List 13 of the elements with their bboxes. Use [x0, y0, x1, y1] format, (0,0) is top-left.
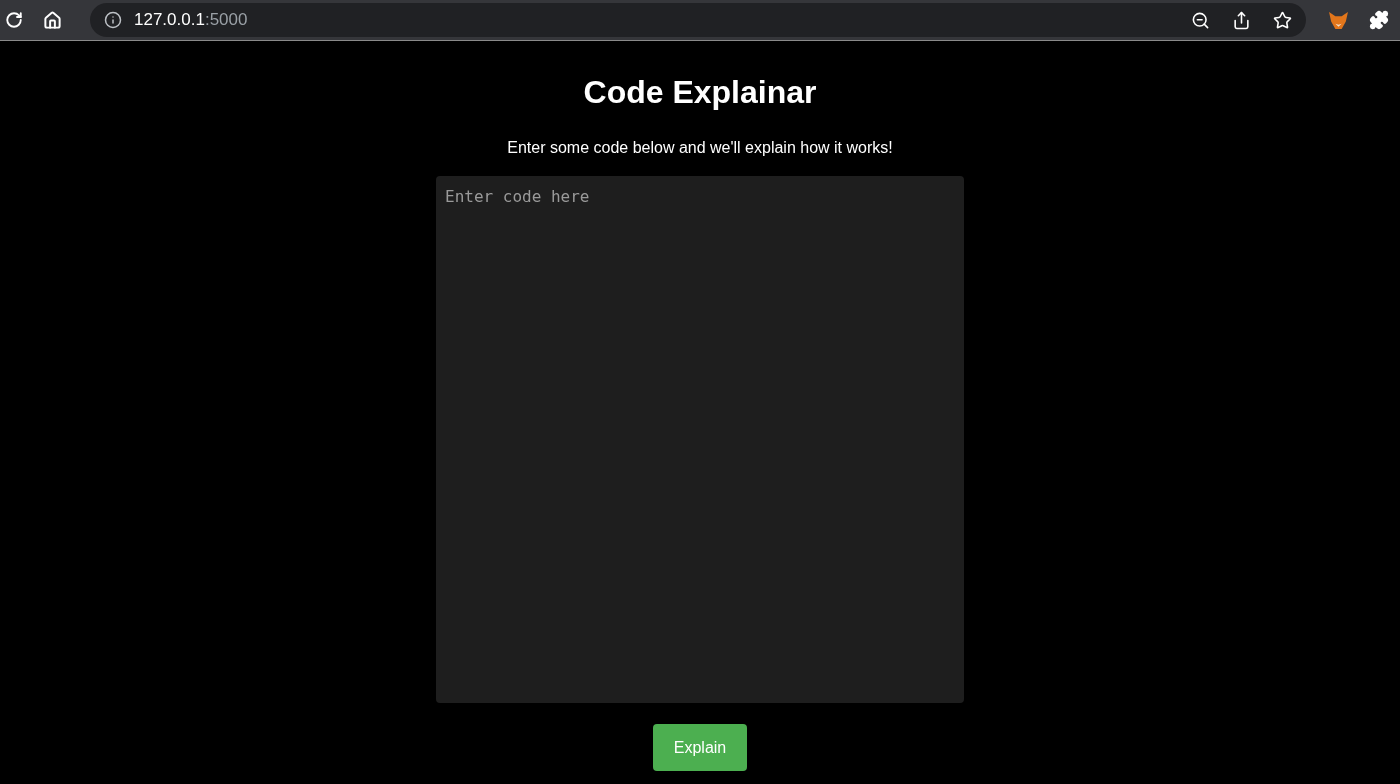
bookmark-star-icon[interactable] — [1273, 10, 1292, 30]
share-icon[interactable] — [1232, 10, 1251, 30]
page-subtitle: Enter some code below and we'll explain how it works! — [507, 138, 893, 158]
code-input-field[interactable]: Enter code here — [436, 176, 964, 703]
home-icon[interactable] — [43, 10, 62, 30]
info-icon[interactable] — [104, 11, 122, 29]
page-title: Code Explainar — [583, 73, 817, 112]
extensions-icon[interactable] — [1369, 10, 1389, 30]
zoom-out-icon[interactable] — [1191, 10, 1210, 30]
address-bar[interactable]: 127.0.0.1:5000 — [90, 3, 1306, 37]
fox-extension-icon[interactable] — [1328, 10, 1349, 30]
url-text: 127.0.0.1:5000 — [134, 9, 248, 32]
reload-icon[interactable] — [5, 11, 23, 29]
